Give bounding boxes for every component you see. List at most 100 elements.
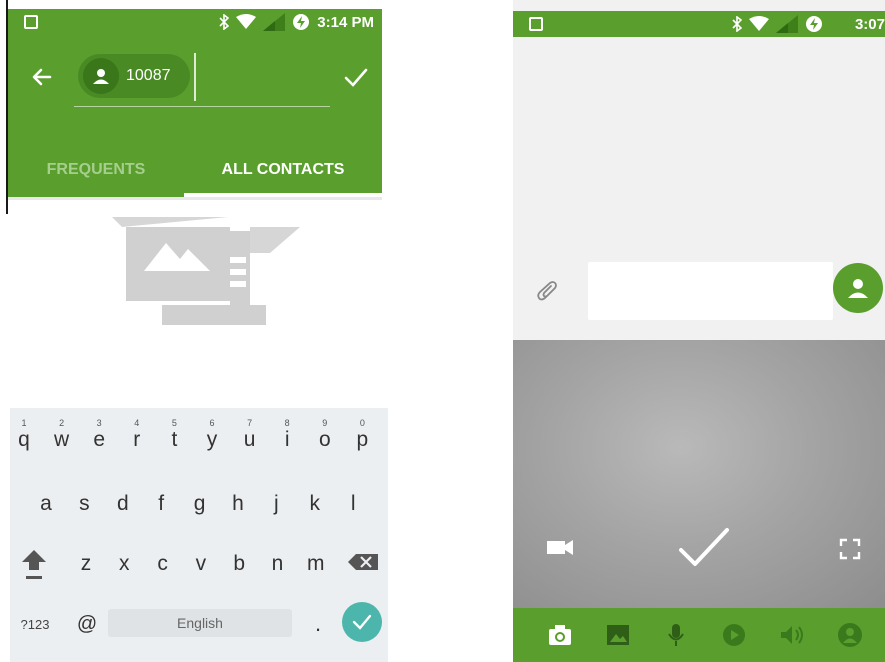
key-z[interactable]: z [68,544,104,584]
key-label: i [284,428,290,451]
key-u[interactable]: 7u [232,416,268,456]
attach-clip-icon[interactable] [535,278,563,306]
right-screen: 3:07 [513,0,885,662]
key-l[interactable]: l [335,484,371,524]
contact-card-icon[interactable] [837,622,863,648]
check-icon [352,614,372,630]
key-label: o [318,428,331,451]
key-label: q [18,428,30,451]
bluetooth-icon [219,14,230,30]
status-bar: 3:07 [513,11,885,37]
status-time: 3:14 PM [317,13,374,31]
image-notification-icon [24,15,38,29]
key-hint: 5 [171,418,177,428]
recipient-chip-label: 10087 [126,67,171,84]
period-key[interactable]: . [306,606,330,642]
recipient-chip[interactable]: 10087 [78,54,190,98]
key-d[interactable]: d [105,484,141,524]
shift-key[interactable] [16,542,52,586]
key-label: w [54,428,70,451]
camera-preview[interactable] [513,340,885,608]
signal-icon [775,15,798,33]
confirm-check-icon[interactable] [343,65,369,91]
bluetooth-icon [732,16,742,32]
empty-contacts-illustration [112,217,300,325]
recipient-input-underline [74,106,330,107]
key-hint: 1 [21,418,27,428]
key-hint: 3 [96,418,102,428]
key-hint: 8 [284,418,290,428]
volume-icon[interactable] [779,622,805,648]
microphone-icon[interactable] [663,622,689,648]
back-arrow-icon[interactable] [28,63,56,91]
key-label: y [206,428,218,451]
done-key[interactable] [342,602,382,642]
key-x[interactable]: x [106,544,142,584]
tab-all-contacts[interactable]: ALL CONTACTS [184,147,382,193]
key-n[interactable]: n [260,544,296,584]
attachment-bar [513,608,885,662]
signal-icon [263,13,286,31]
key-o[interactable]: 9o [307,416,343,456]
battery-charging-icon [293,14,310,30]
key-s[interactable]: s [66,484,102,524]
fullscreen-icon[interactable] [839,538,861,560]
key-m[interactable]: m [298,544,334,584]
status-time: 3:07 [854,15,885,33]
key-hint: 0 [359,418,365,428]
tab-frequents[interactable]: FREQUENTS [8,147,184,193]
video-camera-icon[interactable] [545,536,575,558]
symbols-key[interactable]: ?123 [12,606,58,642]
location-icon[interactable] [721,622,747,648]
key-b[interactable]: b [221,544,257,584]
message-input[interactable] [588,262,833,320]
key-k[interactable]: k [297,484,333,524]
key-hint: 7 [247,418,253,428]
key-hint: 9 [322,418,328,428]
key-a[interactable]: a [28,484,64,524]
soft-keyboard: 1q2w3e4r5t6y7u8i9o0p asdfghjkl zxcvbnm ?… [10,408,388,662]
contact-avatar [83,58,119,94]
key-label: p [356,428,369,451]
key-r[interactable]: 4r [119,416,155,456]
person-icon [93,69,109,84]
key-j[interactable]: j [258,484,294,524]
key-hint: 2 [59,418,65,428]
person-icon [848,279,868,298]
key-h[interactable]: h [220,484,256,524]
shift-arrow-icon [22,550,46,579]
gallery-icon[interactable] [605,622,631,648]
backspace-icon [348,554,378,570]
key-e[interactable]: 3e [81,416,117,456]
key-t[interactable]: 5t [156,416,192,456]
left-screen: 3:14 PM 10087 FREQUENTS ALL CONTACTS 1 q… [0,0,392,662]
key-label: u [243,428,256,451]
image-notification-icon [529,17,543,31]
key-f[interactable]: f [143,484,179,524]
key-y[interactable]: 6y [194,416,230,456]
battery-charging-icon [805,16,822,32]
backspace-key[interactable] [344,542,384,582]
key-q[interactable]: 1q [6,416,42,456]
key-v[interactable]: v [183,544,219,584]
space-key[interactable]: English [108,609,292,637]
app-bar-shadow [8,197,382,200]
contact-fab[interactable] [833,263,883,313]
key-c[interactable]: c [145,544,181,584]
key-label: t [171,428,178,451]
key-label: e [93,428,106,451]
recipient-input-cursor[interactable] [194,53,196,101]
key-label: r [133,428,141,451]
capture-check-icon[interactable] [677,526,731,570]
status-bar: 3:14 PM [8,9,382,35]
wifi-icon [236,14,257,29]
key-i[interactable]: 8i [269,416,305,456]
at-key[interactable]: @ [72,606,102,642]
key-hint: 6 [209,418,215,428]
app-bar: 10087 FREQUENTS ALL CONTACTS [8,35,382,197]
key-g[interactable]: g [182,484,218,524]
key-w[interactable]: 2w [44,416,80,456]
wifi-icon [748,16,769,31]
camera-icon[interactable] [547,622,573,648]
key-p[interactable]: 0p [344,416,380,456]
